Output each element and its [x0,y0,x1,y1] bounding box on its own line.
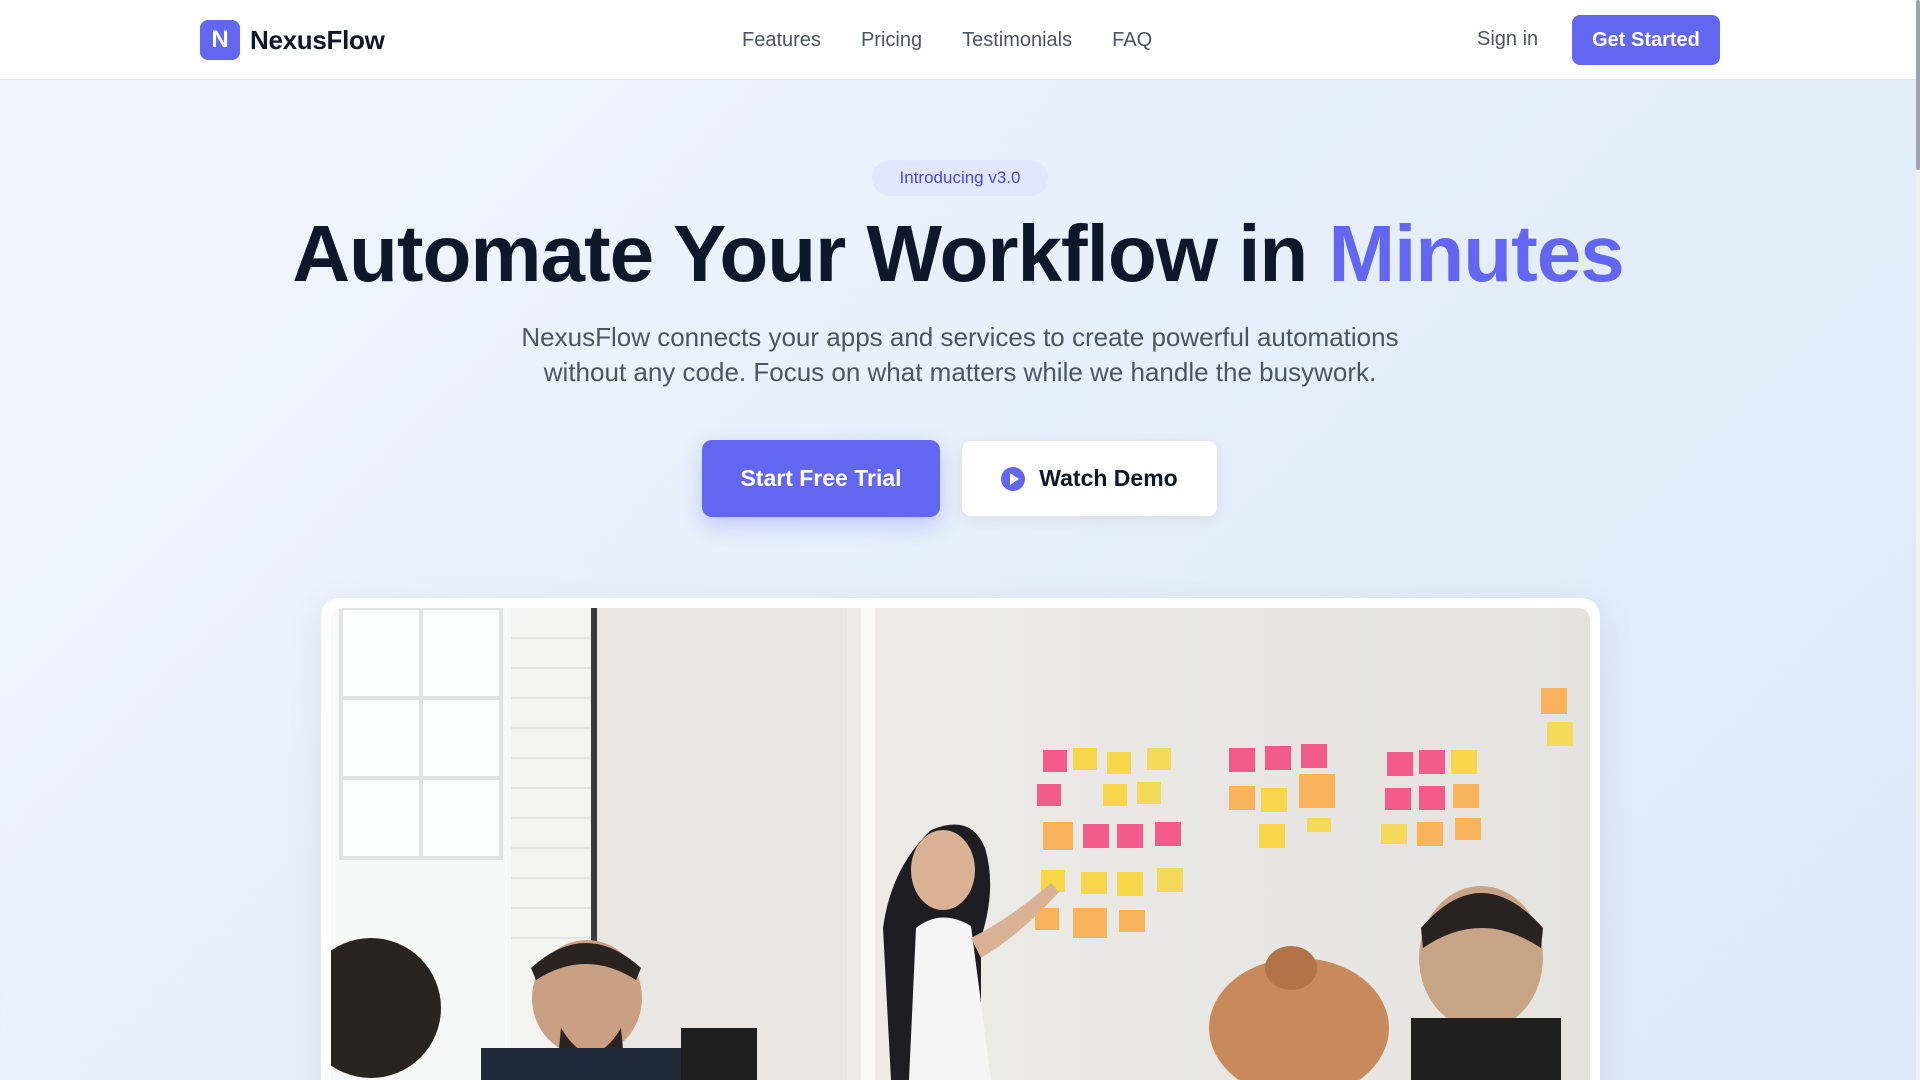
hero-title-accent: Minutes [1328,209,1625,298]
main-nav: Features Pricing Testimonials FAQ [742,22,1152,58]
hero-subtitle: NexusFlow connects your apps and service… [460,320,1460,390]
nav-link-faq[interactable]: FAQ [1112,29,1152,52]
nav-link-testimonials[interactable]: Testimonials [962,29,1072,52]
version-badge: Introducing v3.0 [872,160,1048,196]
watch-demo-button[interactable]: Watch Demo [961,440,1218,517]
get-started-button[interactable]: Get Started [1572,15,1720,65]
start-free-trial-button[interactable]: Start Free Trial [702,440,940,517]
logo-icon: N [200,20,240,60]
watch-demo-label: Watch Demo [1039,465,1178,491]
play-circle-icon [1001,466,1026,491]
nav-link-pricing[interactable]: Pricing [861,29,922,52]
site-header: N NexusFlow Features Pricing Testimonial… [0,0,1916,80]
hero-subtitle-line-2: without any code. Focus on what matters … [543,357,1377,387]
nav-link-features[interactable]: Features [742,29,821,52]
logo[interactable]: N NexusFlow [200,20,385,60]
hero-title: Automate Your Workflow in Minutes [0,206,1916,302]
sign-in-link[interactable]: Sign in [1477,28,1538,51]
scrollbar[interactable] [1916,0,1920,1080]
scrollbar-thumb[interactable] [1916,0,1920,170]
hero-title-main: Automate Your Workflow in [292,209,1329,298]
hero-subtitle-line-1: NexusFlow connects your apps and service… [521,322,1399,352]
brand-name: NexusFlow [250,24,385,55]
hero-image [331,608,1590,1080]
office-meeting-photo [331,608,1590,1080]
